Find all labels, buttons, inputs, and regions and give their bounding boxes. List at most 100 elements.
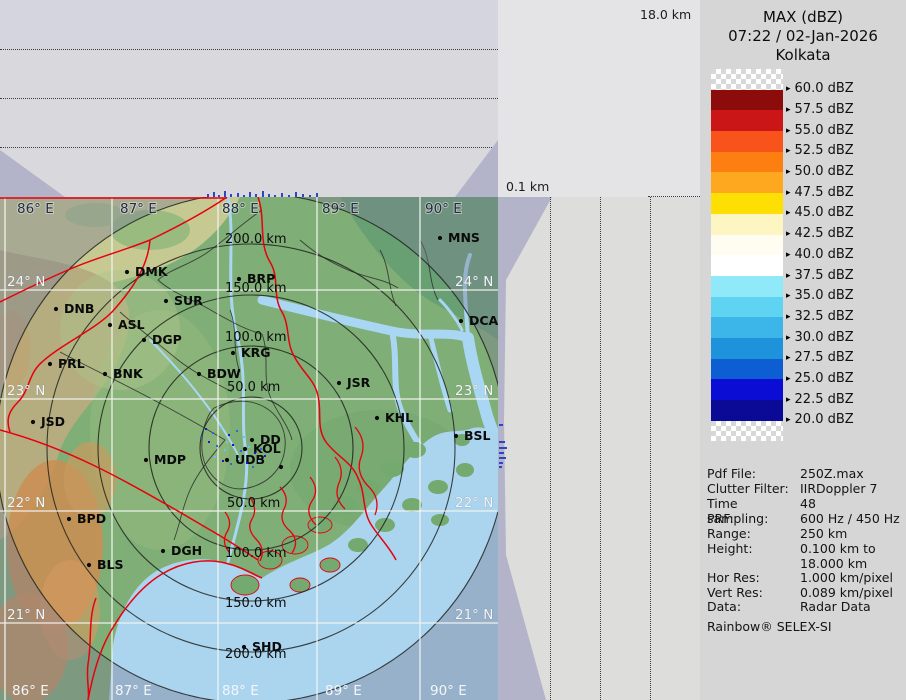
colorbar-label: ▸22.5 dBZ [786,392,854,410]
longitude-label-bottom: 86° E [12,683,49,699]
radar-echo [240,450,242,452]
station-dot-SUR [164,299,168,303]
height-min-label: 0.1 km [506,179,549,194]
metadata-label: Pdf File: [707,466,802,481]
radar-echo [222,460,224,462]
station-dot-DMK [125,270,129,274]
radar-map-svg: 200.0 km150.0 km100.0 km50.0 km50.0 km10… [0,197,498,700]
colorbar-band-7 [711,214,783,235]
station-dot-PRL [48,362,52,366]
echo-tick [499,457,506,459]
echo-tick [499,424,503,426]
station-label-DGP: DGP [152,332,182,347]
colorbar-label: ▸25.0 dBZ [786,371,854,389]
ring-distance-label: 200.0 km [225,232,287,247]
metadata-label: Range: [707,526,802,541]
station-label-JSD: JSD [40,414,65,429]
colorbar-band-4 [711,152,783,173]
latitude-label-right: 23° N [455,383,493,399]
out-of-range-wedge [498,197,700,700]
metadata-value: Radar Data [800,599,904,614]
echo-tick [499,462,503,464]
station-label-KHL: KHL [385,410,413,425]
station-label-BDW: BDW [207,366,241,381]
metadata-value: 600 Hz / 450 Hz [800,511,904,526]
radar-echo [214,456,216,458]
tick-arrow-icon: ▸ [786,415,791,425]
station-dot-DNB [54,307,58,311]
station-dot-MNS [438,236,442,240]
colorbar-label-text: 47.5 dBZ [795,185,854,200]
colorbar-label-text: 57.5 dBZ [795,102,854,117]
longitude-label-top: 88° E [222,201,259,217]
colorbar-label: ▸45.0 dBZ [786,205,854,223]
latitude-label-right: 22° N [455,495,493,511]
station-label-MDP: MDP [154,452,186,467]
metadata-value: 250Z.max [800,466,904,481]
station-dot-BRP [237,277,241,281]
metadata-label: Clutter Filter: [707,481,802,496]
radar-echo [232,444,234,446]
colorbar-band-12 [711,317,783,338]
right-projection-panel [498,197,700,700]
station-dot-JSR [337,381,341,385]
radar-echo [230,463,232,465]
colorbar-label-text: 27.5 dBZ [795,350,854,365]
colorbar-band-14 [711,359,783,380]
latitude-label-right: 24° N [455,274,493,290]
station-dot-KRG [231,351,235,355]
tick-arrow-icon: ▸ [786,105,791,115]
station-dot-unlabeled [279,465,283,469]
tick-arrow-icon: ▸ [786,271,791,281]
tick-arrow-icon: ▸ [786,229,791,239]
radar-echo [252,466,254,468]
height-gridline [0,98,498,99]
colorbar-label-text: 55.0 dBZ [795,123,854,138]
echo-tick [499,452,504,454]
software-name: Rainbow® SELEX-SI [707,619,832,634]
ring-distance-label: 150.0 km [225,596,287,611]
colorbar-label: ▸ 20.0 dBZ [786,412,854,430]
echo-tick [499,447,507,449]
colorbar-band-0 [711,69,783,90]
colorbar-label: ▸ 57.5 dBZ [786,102,854,120]
product-title: MAX (dBZ) [700,8,906,26]
longitude-label-bottom: 87° E [115,683,152,699]
radar-echo [238,458,240,460]
station-dot-JSD [31,420,35,424]
tick-arrow-icon: ▸ [786,167,791,177]
station-dot-BPD [67,517,71,521]
radar-echo [212,432,214,434]
colorbar-label-text: 60.0 dBZ [795,81,854,96]
product-timestamp: 07:22 / 02-Jan-2026 [700,27,906,45]
colorbar-label: ▸55.0 dBZ [786,123,854,141]
station-label-JSR: JSR [346,375,371,390]
top-projection-panel [0,0,498,197]
ring-distance-label: 100.0 km [225,330,287,345]
longitude-label-bottom: 89° E [325,683,362,699]
longitude-label-top: 86° E [17,201,54,217]
colorbar-band-2 [711,110,783,131]
tick-arrow-icon: ▸ [786,333,791,343]
colorbar-band-8 [711,235,783,256]
colorbar-label: ▸ 27.5 dBZ [786,350,854,368]
metadata-value: 0.089 km/pixel [800,585,904,600]
station-label-DNB: DNB [64,301,94,316]
station-dot-KOL [243,447,247,451]
tick-arrow-icon: ▸ [786,353,791,363]
station-label-BSL: BSL [464,428,491,443]
longitude-label-top: 87° E [120,201,157,217]
station-dot-SHD [242,645,246,649]
colorbar-label-text: 52.5 dBZ [795,143,854,158]
station-label-DCA: DCA [469,313,498,328]
colorbar-label-text: 40.0 dBZ [795,247,854,262]
station-label-DGH: DGH [171,543,202,558]
tick-arrow-icon: ▸ [786,208,791,218]
radar-display: 18.0 km 0.1 km [0,0,906,700]
metadata-label: Data: [707,599,802,614]
colorbar-label-text: 20.0 dBZ [795,412,854,427]
longitude-label-top: 89° E [322,201,359,217]
echo-tick [499,441,505,443]
colorbar-label-text: 30.0 dBZ [795,330,854,345]
colorbar-label-text: 42.5 dBZ [795,226,854,241]
